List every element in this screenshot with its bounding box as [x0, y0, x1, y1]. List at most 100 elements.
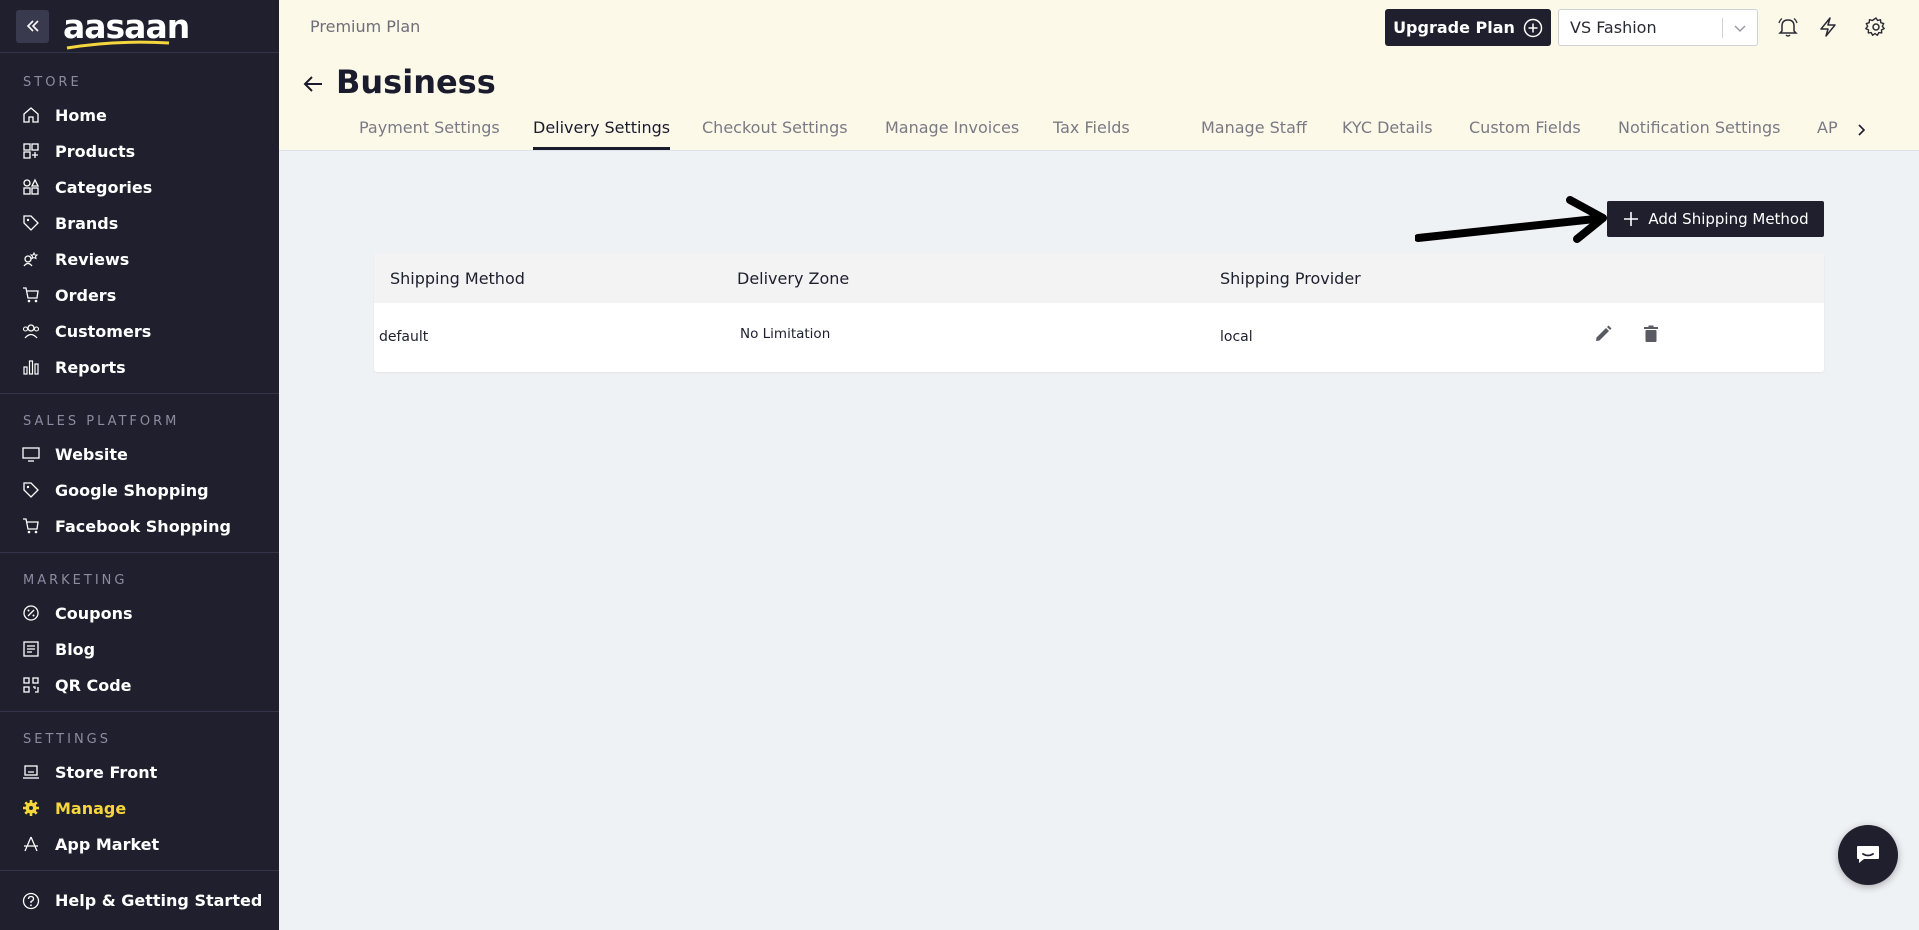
chevron-down-icon: [1734, 25, 1746, 33]
sidebar-header: aasaan: [0, 0, 279, 53]
sidebar-item-label: Brands: [55, 213, 119, 233]
sidebar-item-brands[interactable]: Brands: [0, 205, 279, 241]
reviews-icon: [22, 250, 40, 268]
chat-bubble-icon: [1857, 846, 1879, 863]
upgrade-plan-button[interactable]: Upgrade Plan: [1385, 9, 1551, 46]
edit-pencil-icon[interactable]: [1591, 322, 1615, 346]
cart-icon: [22, 286, 40, 304]
tab-delivery-settings[interactable]: Delivery Settings: [533, 118, 671, 151]
sidebar-item-help[interactable]: Help & Getting Started: [0, 870, 279, 930]
sidebar-item-products[interactable]: Products: [0, 133, 279, 169]
users-icon: [22, 322, 40, 340]
chevron-right-icon[interactable]: [1855, 122, 1869, 138]
table-header: Shipping Method Delivery Zone Shipping P…: [374, 253, 1824, 303]
annotation-arrow: [1415, 196, 1607, 243]
sidebar-item-label: Reviews: [55, 249, 130, 269]
sidebar-item-label: Website: [55, 444, 128, 464]
sidebar-item-customers[interactable]: Customers: [0, 313, 279, 349]
upgrade-plan-label: Upgrade Plan: [1393, 18, 1515, 37]
cell-delivery-zone: No Limitation: [740, 326, 831, 342]
tab-tax-fields[interactable]: Tax Fields: [1053, 118, 1130, 151]
sidebar-heading-settings: SETTINGS: [23, 732, 112, 747]
sidebar-item-label: Orders: [55, 285, 117, 305]
sidebar-item-label: Reports: [55, 357, 126, 377]
table-row: default No Limitation local: [374, 303, 1824, 372]
tab-api[interactable]: AP: [1817, 118, 1838, 151]
tab-checkout-settings[interactable]: Checkout Settings: [702, 118, 848, 151]
sidebar-item-orders[interactable]: Orders: [0, 277, 279, 313]
tab-manage-invoices[interactable]: Manage Invoices: [885, 118, 1019, 151]
tag-icon: [22, 214, 40, 232]
tab-kyc-details[interactable]: KYC Details: [1342, 118, 1433, 151]
sidebar-item-label: Google Shopping: [55, 480, 209, 500]
sidebar-item-home[interactable]: Home: [0, 97, 279, 133]
sidebar-item-reports[interactable]: Reports: [0, 349, 279, 385]
sidebar-heading-marketing: MARKETING: [23, 573, 128, 588]
sidebar-item-categories[interactable]: Categories: [0, 169, 279, 205]
bar-chart-icon: [22, 358, 40, 376]
sidebar-item-label: Home: [55, 105, 107, 125]
sidebar-item-blog[interactable]: Blog: [0, 631, 279, 667]
store-select[interactable]: VS Fashion: [1558, 9, 1758, 46]
trash-icon[interactable]: [1639, 322, 1663, 346]
tag-icon: [22, 481, 40, 499]
tab-manage-staff[interactable]: Manage Staff: [1201, 118, 1307, 151]
sidebar-item-manage[interactable]: Manage: [0, 790, 279, 826]
back-arrow-icon[interactable]: [301, 72, 325, 96]
settings-tabs: Payment Settings Delivery Settings Check…: [279, 118, 1919, 151]
storefront-icon: [22, 763, 40, 781]
home-icon: [22, 106, 40, 124]
double-chevron-left-icon: [26, 20, 39, 32]
shipping-methods-table: Shipping Method Delivery Zone Shipping P…: [374, 253, 1824, 372]
cart-icon: [22, 517, 40, 535]
sidebar-store-section: STORE Home Products Categories Brands Re…: [0, 53, 279, 385]
coupon-icon: [22, 604, 40, 622]
sidebar-item-coupons[interactable]: Coupons: [0, 595, 279, 631]
logo-swoosh-icon: [66, 40, 170, 49]
lightning-icon[interactable]: [1816, 15, 1840, 39]
categories-icon: [22, 178, 40, 196]
collapse-sidebar-button[interactable]: [16, 9, 49, 43]
sidebar: aasaan STORE Home Products Categories Br…: [0, 0, 279, 930]
store-select-value: VS Fashion: [1570, 18, 1657, 37]
sidebar-item-label: Manage: [55, 798, 127, 818]
sidebar-heading-sales-platform: SALES PLATFORM: [23, 414, 180, 429]
sidebar-sales-section: SALES PLATFORM Website Google Shopping F…: [0, 393, 279, 544]
sidebar-settings-section: SETTINGS Store Front Manage App Market: [0, 711, 279, 862]
monitor-icon: [22, 445, 40, 463]
sidebar-item-reviews[interactable]: Reviews: [0, 241, 279, 277]
sidebar-item-label: Store Front: [55, 762, 158, 782]
sidebar-item-label: Products: [55, 141, 136, 161]
logo[interactable]: aasaan: [63, 10, 190, 49]
page-title: Business: [336, 63, 496, 101]
plus-circle-icon: [1523, 18, 1543, 37]
tab-custom-fields[interactable]: Custom Fields: [1469, 118, 1581, 151]
sidebar-marketing-section: MARKETING Coupons Blog QR Code: [0, 552, 279, 703]
sidebar-item-label: App Market: [55, 834, 160, 854]
gear-icon: [22, 799, 40, 817]
sidebar-item-google-shopping[interactable]: Google Shopping: [0, 472, 279, 508]
tab-notification-settings[interactable]: Notification Settings: [1618, 118, 1781, 151]
sidebar-item-app-market[interactable]: App Market: [0, 826, 279, 862]
tab-payment-settings[interactable]: Payment Settings: [359, 118, 500, 151]
qr-code-icon: [22, 676, 40, 694]
add-shipping-method-button[interactable]: Add Shipping Method: [1607, 201, 1824, 237]
cell-shipping-provider: local: [1220, 329, 1253, 345]
sidebar-heading-store: STORE: [23, 75, 82, 90]
notification-bell-icon[interactable]: [1776, 15, 1800, 39]
products-icon: [22, 142, 40, 160]
blog-icon: [22, 640, 40, 658]
help-icon: [22, 892, 40, 910]
sidebar-item-qr-code[interactable]: QR Code: [0, 667, 279, 703]
sidebar-item-label: QR Code: [55, 675, 132, 695]
sidebar-item-store-front[interactable]: Store Front: [0, 754, 279, 790]
sidebar-item-facebook-shopping[interactable]: Facebook Shopping: [0, 508, 279, 544]
chat-support-button[interactable]: [1838, 825, 1898, 885]
help-label: Help & Getting Started: [55, 891, 263, 910]
sidebar-item-label: Facebook Shopping: [55, 516, 231, 536]
sidebar-item-website[interactable]: Website: [0, 436, 279, 472]
column-header-shipping-method: Shipping Method: [390, 269, 525, 288]
header: Premium Plan Upgrade Plan VS Fashion Bus…: [279, 0, 1919, 151]
settings-gear-icon[interactable]: [1864, 15, 1888, 39]
sidebar-item-label: Categories: [55, 177, 153, 197]
